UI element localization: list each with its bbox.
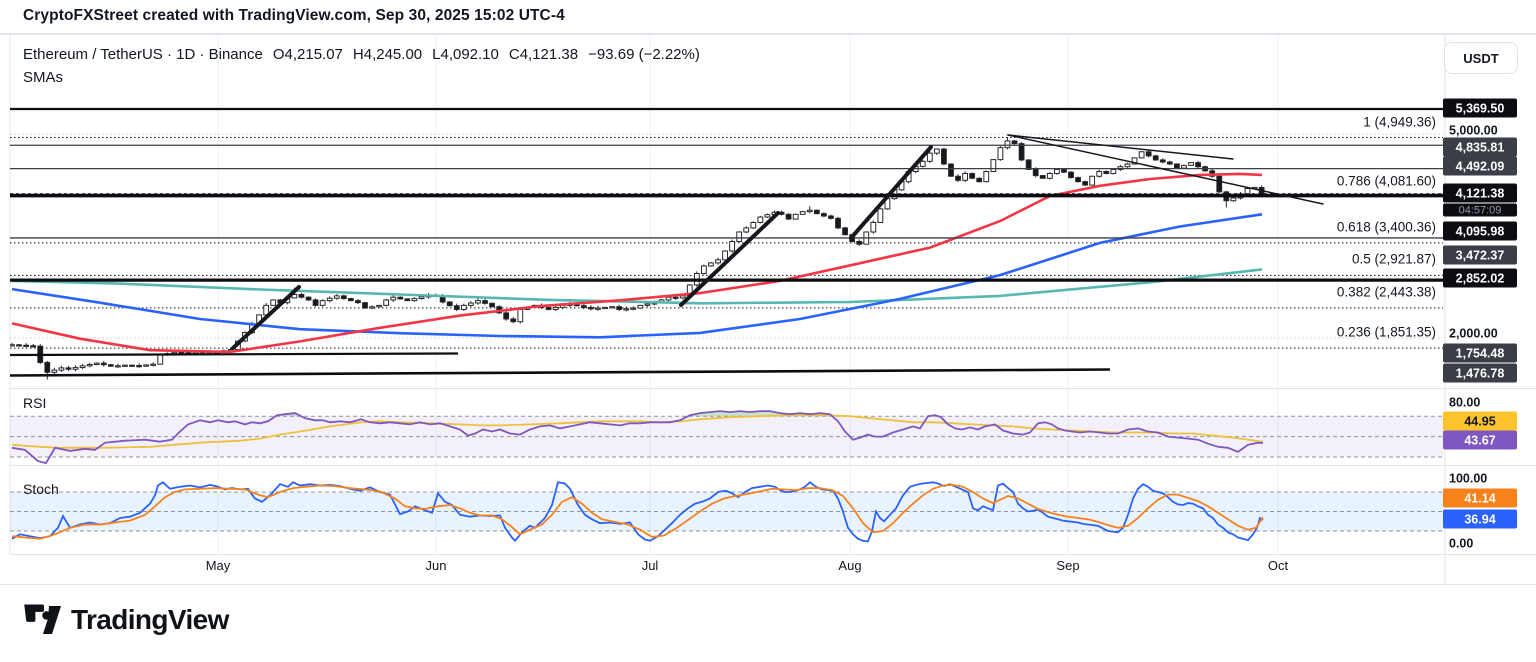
tradingview-logo-icon	[24, 604, 61, 634]
tradingview-logo[interactable]: TradingView	[23, 602, 229, 638]
stoch-axis-label: 0.00	[1449, 536, 1474, 550]
fib-level-label: 1 (4,949.36)	[1363, 114, 1436, 130]
ohlc-high: H4,245.00	[352, 46, 423, 63]
fib-level-label: 0.5 (2,921.87)	[1351, 251, 1436, 267]
stoch-axis-label: 100.00	[1449, 471, 1488, 485]
price-axis-label: 1,754.48	[1443, 343, 1517, 363]
rsi-axis-label: 44.95	[1443, 411, 1517, 431]
time-axis-month-label: Jun	[425, 558, 447, 573]
price-axis-label: 5,369.50	[1443, 98, 1517, 118]
fib-level-label: 0.786 (4,081.60)	[1336, 173, 1436, 189]
price-axis-label: 1,476.78	[1443, 363, 1517, 383]
stoch-indicator-legend[interactable]: Stoch	[23, 481, 59, 497]
price-axis-label: 3,472.37	[1443, 245, 1517, 265]
price-axis-label: 4,121.38	[1443, 183, 1517, 203]
price-axis-label: 04:57:09	[1443, 203, 1517, 217]
chart-widget	[0, 33, 1536, 585]
time-axis-month-label: Jul	[641, 558, 659, 573]
fib-level-label: 0.382 (2,443.38)	[1336, 284, 1436, 300]
stoch-axis-label: 36.94	[1443, 509, 1517, 529]
fib-level-label: 0.236 (1,851.35)	[1336, 324, 1436, 340]
time-axis-month-label: May	[205, 558, 231, 573]
rsi-axis-label: 43.67	[1443, 430, 1517, 450]
time-axis-month-label: Aug	[838, 558, 862, 573]
smas-indicator-legend[interactable]: SMAs	[23, 69, 63, 86]
price-axis-label: 4,835.81	[1443, 137, 1517, 157]
price-axis-label: 4,492.09	[1443, 156, 1517, 176]
symbol-title: Ethereum / TetherUS · 1D · Binance	[23, 46, 263, 63]
symbol-legend[interactable]: Ethereum / TetherUS · 1D · Binance O4,215…	[23, 46, 710, 63]
time-axis-month-label: Sep	[1056, 558, 1080, 573]
rsi-axis-label: 80.00	[1449, 395, 1481, 409]
ohlc-close: C4,121.38	[508, 46, 579, 63]
ohlc-open: O4,215.07	[272, 46, 343, 63]
fib-level-label: 0.618 (3,400.36)	[1336, 219, 1436, 235]
stoch-axis-label: 41.14	[1443, 488, 1517, 508]
chart-canvas[interactable]	[0, 34, 1536, 584]
price-axis-label: 4,095.98	[1443, 221, 1517, 241]
header-attribution: CryptoFXStreet created with TradingView.…	[23, 7, 565, 24]
rsi-indicator-legend[interactable]: RSI	[23, 395, 46, 411]
ohlc-change: −93.69 (−2.22%)	[588, 46, 700, 63]
price-axis-label: 2,852.02	[1443, 268, 1517, 288]
currency-toggle-button[interactable]: USDT	[1444, 42, 1518, 74]
tradingview-logo-text: TradingView	[71, 604, 229, 635]
time-axis-month-label: Oct	[1267, 558, 1289, 573]
ohlc-low: L4,092.10	[432, 46, 499, 63]
price-axis-label: 2,000.00	[1449, 326, 1498, 340]
